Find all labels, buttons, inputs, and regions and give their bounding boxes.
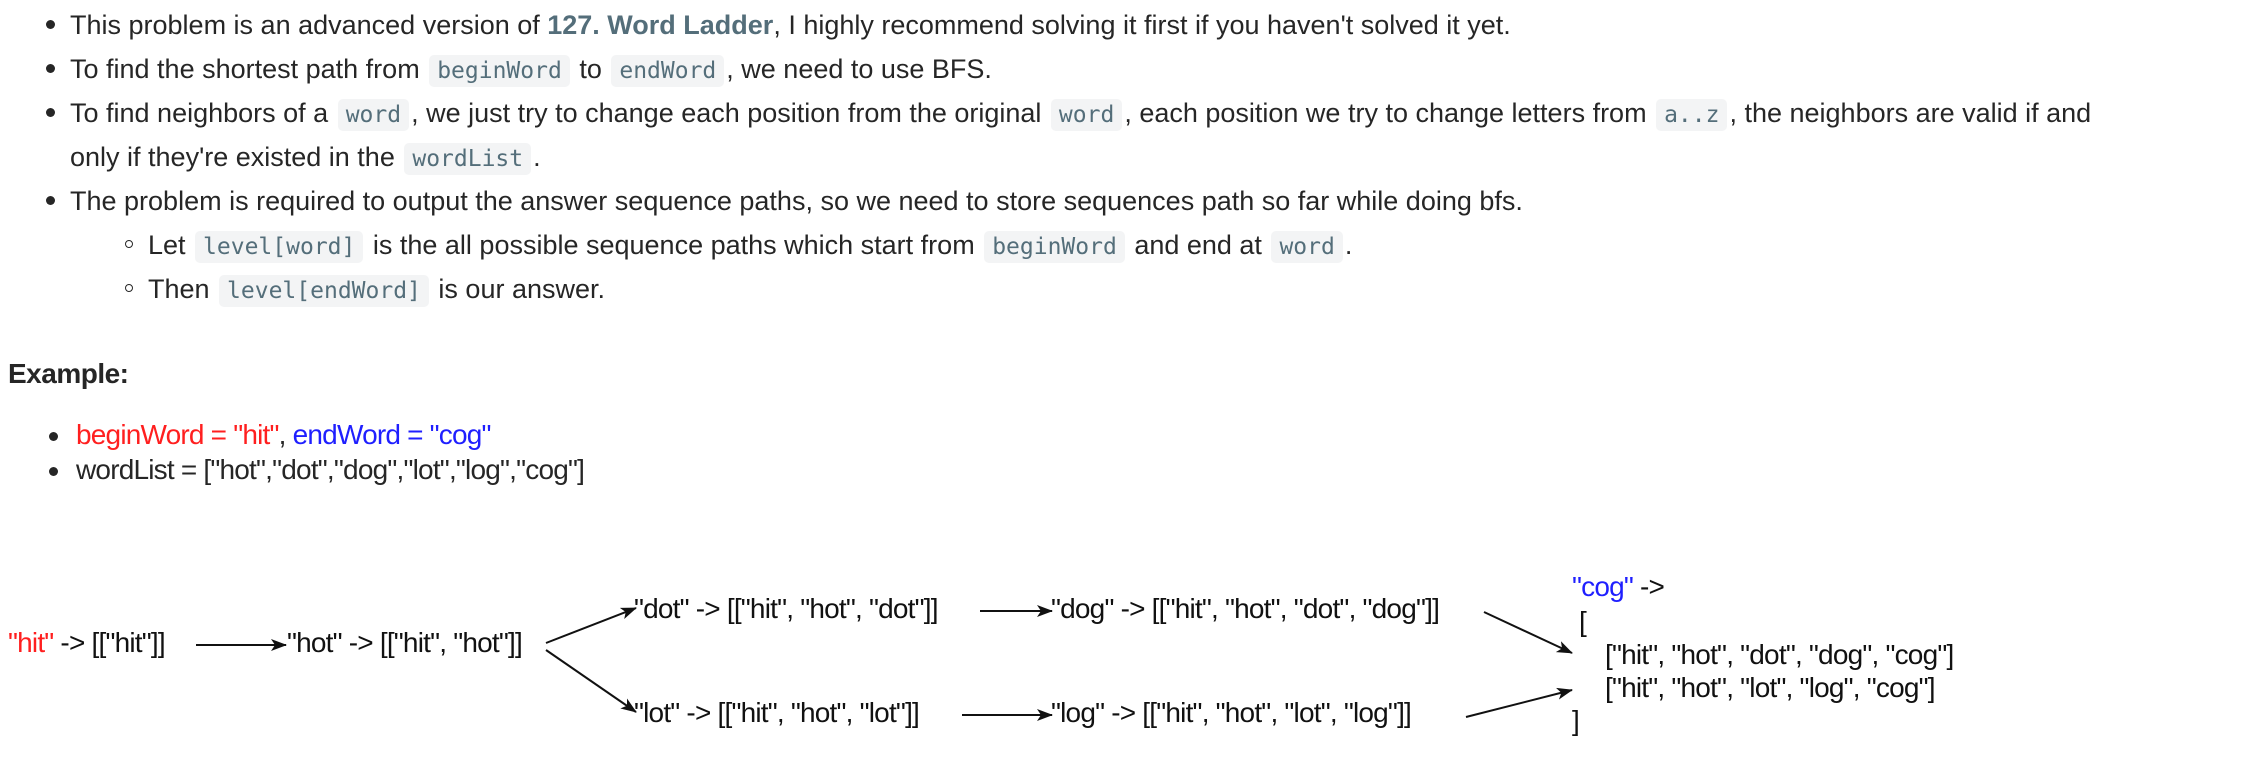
answer-path-1: ["hit", "hot", "dot", "dog", "cog"] (1605, 639, 1953, 670)
node-log: "log" -> [["hit", "hot", "lot", "log"]] (1051, 697, 1411, 728)
node-lot: "lot" -> [["hit", "hot", "lot"]] (634, 697, 919, 728)
arrow-hot-lot (545, 649, 637, 713)
node-dog: "dog" -> [["hit", "hot", "dot", "dog"]] (1051, 593, 1439, 624)
arrow-hot-dot (545, 607, 637, 644)
close-bracket: ] (1572, 705, 1579, 736)
node-cog: "cog" -> (1572, 571, 1664, 602)
node-hot: "hot" -> [["hit", "hot"]] (287, 627, 522, 658)
arrow-dog-cog (1483, 611, 1573, 654)
arrow-log-cog (1465, 687, 1573, 718)
node-hit: "hit" -> [["hit"]] (8, 627, 165, 658)
answer-path-2: ["hit", "hot", "lot", "log", "cog"] (1605, 672, 1935, 703)
node-dot: "dot" -> [["hit", "hot", "dot"]] (634, 593, 938, 624)
bfs-diagram: "hit" -> [["hit"]] "hot" -> [["hit", "ho… (8, 571, 1954, 736)
open-bracket: [ (1579, 606, 1587, 637)
